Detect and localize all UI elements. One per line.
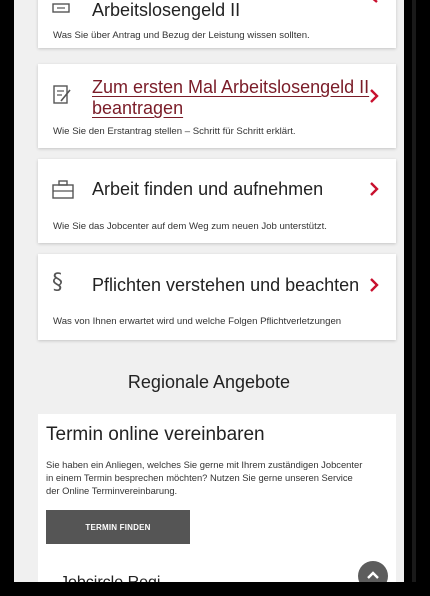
termin-finden-button[interactable]: TERMIN FINDEN xyxy=(46,510,190,544)
chevron-right-icon xyxy=(368,181,380,197)
paragraph-icon: § xyxy=(52,270,63,295)
card-title-link[interactable]: Zum ersten Mal Arbeitslosengeld II beant… xyxy=(92,77,369,119)
card-description: Wie Sie das Jobcenter auf dem Weg zum ne… xyxy=(53,221,327,232)
termin-heading: Termin online vereinbaren xyxy=(46,424,265,445)
briefcase-icon xyxy=(52,180,74,202)
termin-text: Sie haben ein Anliegen, welches Sie gern… xyxy=(46,459,363,496)
chevron-right-icon xyxy=(368,88,380,104)
card-pflichten[interactable]: § Pflichten verstehen und beachten Was v… xyxy=(38,254,396,340)
card-title: Pflichten verstehen und beachten xyxy=(92,275,360,295)
chevron-right-icon xyxy=(368,0,380,10)
screen: Arbeitslosengeld II Was Sie über Antrag … xyxy=(14,0,404,582)
card-title: Arbeitslosengeld II xyxy=(92,0,241,20)
card-description: Was Sie über Antrag und Bezug der Leistu… xyxy=(53,30,310,41)
card-arbeit-finden[interactable]: Arbeit finden und aufnehmen Wie Sie das … xyxy=(38,159,396,243)
form-icon xyxy=(52,84,74,106)
card-title: Arbeit finden und aufnehmen xyxy=(92,179,324,199)
device-frame-bottom xyxy=(0,582,430,596)
chevron-right-icon xyxy=(368,277,380,293)
termin-panel: Termin online vereinbaren Sie haben ein … xyxy=(38,414,396,582)
device-frame-left xyxy=(0,0,14,596)
card-title-line1: Zum ersten Mal Arbeitslosengeld II xyxy=(92,77,370,97)
card-title-line2: beantragen xyxy=(92,98,184,118)
card-arbeitslosengeld[interactable]: Arbeitslosengeld II Was Sie über Antrag … xyxy=(38,0,396,48)
next-heading-partial: Jobcircle Regi... xyxy=(60,574,174,582)
chevron-up-icon xyxy=(366,567,380,582)
card-description: Wie Sie den Erstantrag stellen – Schritt… xyxy=(53,126,296,137)
device-frame-right xyxy=(404,0,430,596)
card-description: Was von Ihnen erwartet wird und welche F… xyxy=(53,316,342,327)
section-title: Regionale Angebote xyxy=(127,372,291,392)
money-icon xyxy=(52,0,74,22)
card-erstantrag[interactable]: Zum ersten Mal Arbeitslosengeld II beant… xyxy=(38,64,396,148)
